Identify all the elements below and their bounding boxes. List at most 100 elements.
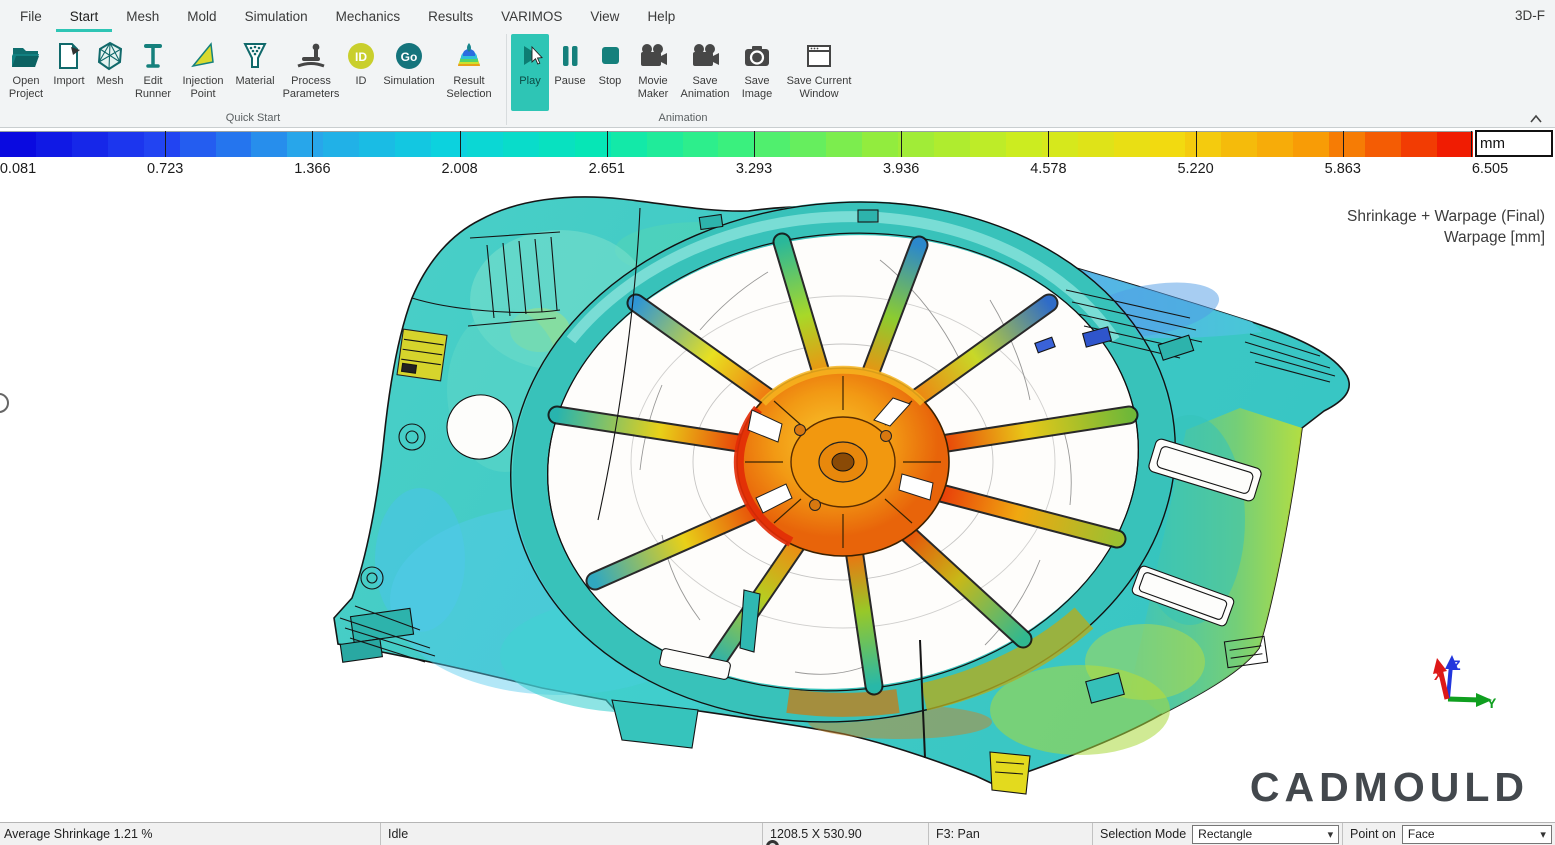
color-scale-unit: mm	[1475, 130, 1553, 157]
color-scale-segment	[862, 132, 898, 157]
menu-varimos[interactable]: VARIMOS	[487, 0, 576, 32]
import-file-icon	[52, 38, 86, 74]
point-on-label: Point on	[1350, 827, 1396, 841]
button-label: Play	[519, 75, 540, 88]
color-scale-segment	[251, 132, 287, 157]
color-scale-tick-label: 6.505	[1472, 161, 1508, 177]
button-label: Injection Point	[183, 75, 224, 101]
chevron-down-icon: ▾	[1540, 828, 1546, 841]
menu-mold[interactable]: Mold	[173, 0, 230, 32]
process-parameters-button[interactable]: Process Parameters	[280, 34, 342, 111]
axis-x-label: X	[1434, 667, 1443, 683]
menu-bar: File Start Mesh Mold Simulation Mechanic…	[0, 0, 1555, 32]
go-badge-icon: Go	[392, 38, 426, 74]
color-scale-segment	[1401, 132, 1437, 157]
result-annotation: Shrinkage + Warpage (Final) Warpage [mm]	[1347, 207, 1545, 249]
ribbon-group-quick-start: Open Project Import Mesh	[0, 32, 506, 127]
color-scale-segment	[36, 132, 72, 157]
color-scale-tick	[901, 131, 902, 157]
color-scale-tick-label: 0.081	[0, 161, 36, 177]
status-bar: Average Shrinkage 1.21 % Idle 1208.5 X 5…	[0, 822, 1555, 845]
play-icon	[513, 38, 547, 74]
pause-icon	[553, 38, 587, 74]
save-image-button[interactable]: Save Image	[733, 34, 781, 111]
button-label: ID	[356, 75, 367, 88]
color-scale-tick	[1196, 131, 1197, 157]
color-scale-segment	[395, 132, 431, 157]
color-scale-tick	[607, 131, 608, 157]
button-label: Open Project	[9, 75, 43, 101]
menu-file[interactable]: File	[6, 0, 56, 32]
color-scale-segment	[898, 132, 934, 157]
movie-maker-button[interactable]: Movie Maker	[629, 34, 677, 111]
open-project-button[interactable]: Open Project	[4, 34, 48, 111]
material-button[interactable]: Material	[230, 34, 280, 111]
color-scale-band[interactable]	[0, 131, 1473, 157]
pause-button[interactable]: Pause	[549, 34, 591, 111]
menu-mesh[interactable]: Mesh	[112, 0, 173, 32]
status-point-on: Point on Face ▾	[1342, 823, 1555, 845]
stop-icon	[593, 38, 627, 74]
result-selection-button[interactable]: Result Selection	[438, 34, 500, 111]
color-scale-segment	[0, 132, 36, 157]
color-scale-segment	[359, 132, 395, 157]
color-scale-segment	[216, 132, 252, 157]
button-label: Import	[53, 75, 84, 88]
menu-simulation[interactable]: Simulation	[231, 0, 322, 32]
color-scale-tick	[1048, 131, 1049, 157]
color-scale-segment	[144, 132, 180, 157]
color-scale-segment	[683, 132, 719, 157]
collapse-ribbon-chevron-icon[interactable]	[1529, 114, 1543, 124]
color-scale-segment	[1042, 132, 1078, 157]
edit-runner-button[interactable]: Edit Runner	[130, 34, 176, 111]
selection-mode-dropdown[interactable]: Rectangle ▾	[1192, 825, 1339, 844]
color-scale-segment	[575, 132, 611, 157]
menu-view[interactable]: View	[576, 0, 633, 32]
color-scale-segment	[467, 132, 503, 157]
point-on-dropdown[interactable]: Face ▾	[1402, 825, 1552, 844]
color-scale-tick-label: 1.366	[294, 161, 330, 177]
process-press-icon	[294, 38, 328, 74]
annotation-line2: Warpage [mm]	[1347, 228, 1545, 249]
button-label: Stop	[599, 75, 622, 88]
injection-point-button[interactable]: Injection Point	[176, 34, 230, 111]
status-selection-mode: Selection Mode Rectangle ▾	[1092, 823, 1342, 845]
3d-viewport[interactable]: Shrinkage + Warpage (Final) Warpage [mm]…	[0, 181, 1555, 822]
color-scale-tick	[460, 131, 461, 157]
color-scale-segment	[790, 132, 826, 157]
group-label-quick-start: Quick Start	[0, 111, 506, 127]
chevron-down-icon: ▾	[1328, 828, 1334, 841]
menu-results[interactable]: Results	[414, 0, 487, 32]
color-scale-tick-label: 5.863	[1325, 161, 1361, 177]
save-current-window-button[interactable]: Save Current Window	[781, 34, 857, 111]
play-button[interactable]: Play	[511, 34, 549, 111]
color-scale-tick-label: 4.578	[1030, 161, 1066, 177]
color-scale-segment	[647, 132, 683, 157]
id-button[interactable]: ID ID	[342, 34, 380, 111]
color-scale-tick	[1471, 131, 1472, 157]
button-label: Mesh	[97, 75, 124, 88]
mesh-wireframe-icon	[93, 38, 127, 74]
color-scale-segment	[108, 132, 144, 157]
status-shrinkage: Average Shrinkage 1.21 %	[0, 823, 380, 845]
menu-start[interactable]: Start	[56, 0, 113, 32]
color-scale-segment	[1221, 132, 1257, 157]
import-button[interactable]: Import	[48, 34, 90, 111]
injection-cone-icon	[186, 38, 220, 74]
movie-camera-icon	[636, 38, 670, 74]
color-scale-segment	[1185, 132, 1221, 157]
color-scale-tick	[1343, 131, 1344, 157]
menu-mechanics[interactable]: Mechanics	[322, 0, 415, 32]
color-scale-segment	[754, 132, 790, 157]
color-scale-segment	[611, 132, 647, 157]
color-scale-segment	[826, 132, 862, 157]
stop-button[interactable]: Stop	[591, 34, 629, 111]
simulation-button[interactable]: Go Simulation	[380, 34, 438, 111]
mesh-button[interactable]: Mesh	[90, 34, 130, 111]
color-scale-segment	[1437, 132, 1473, 157]
color-scale-segment	[287, 132, 323, 157]
save-animation-button[interactable]: Save Animation	[677, 34, 733, 111]
motor-hub	[737, 368, 949, 556]
menu-help[interactable]: Help	[633, 0, 689, 32]
result-color-scale: mm 0.0810.7231.3662.0082.6513.2933.9364.…	[0, 129, 1555, 181]
